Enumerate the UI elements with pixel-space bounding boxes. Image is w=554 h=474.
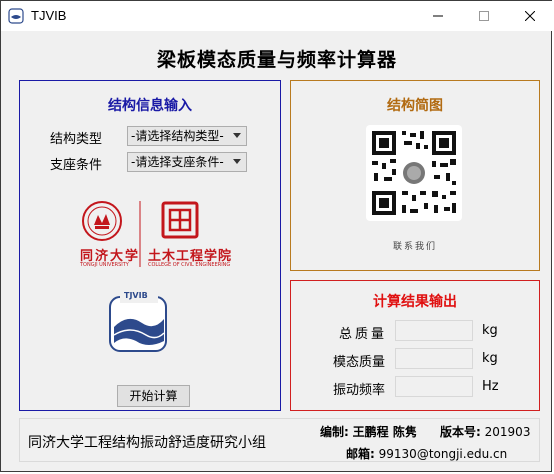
close-button[interactable] — [507, 1, 553, 31]
structure-type-label: 结构类型 — [50, 132, 103, 147]
tjvib-logo: TJVIB — [108, 291, 168, 357]
total-mass-label: 总质量 — [339, 327, 388, 342]
structure-type-value: -请选择结构类型- — [131, 129, 224, 143]
total-mass-field — [395, 320, 473, 341]
window-title: TJVIB — [31, 8, 67, 23]
page-title: 梁板模态质量与频率计算器 — [156, 49, 397, 71]
modal-mass-unit: kg — [482, 351, 498, 366]
authors: 编制: 王鹏程 陈隽 — [320, 423, 417, 440]
college-english: COLLEGE OF CIVIL ENGINEERING — [148, 262, 231, 268]
email: 邮箱: 99130@tongji.edu.cn — [346, 445, 507, 462]
tongji-logo: 同济大学 TONGJI UNIVERSITY 土木工程学院 COLLEGE OF… — [78, 199, 232, 275]
input-panel-title: 结构信息输入 — [108, 98, 192, 114]
app-window: TJVIB 梁板模态质量与频率计算器 结构信息输入 结构类型 -请选择结构类型-… — [0, 0, 553, 472]
frequency-label: 振动频率 — [333, 383, 386, 398]
email-label: 邮箱: — [346, 447, 375, 461]
output-panel: 计算结果输出 总质量 kg 模态质量 kg 振动频率 Hz — [290, 280, 540, 411]
support-condition-value: -请选择支座条件- — [131, 155, 224, 169]
support-condition-label: 支座条件 — [50, 158, 103, 173]
footer: 同济大学工程结构振动舒适度研究小组 编制: 王鹏程 陈隽 版本号: 201903… — [19, 418, 540, 462]
maximize-button[interactable] — [461, 1, 507, 31]
qr-code-icon — [372, 131, 456, 215]
frequency-field — [395, 376, 473, 397]
qr-code — [366, 125, 462, 221]
output-panel-title: 计算结果输出 — [373, 294, 457, 310]
frequency-unit: Hz — [482, 379, 499, 394]
research-group-name: 同济大学工程结构振动舒适度研究小组 — [28, 435, 266, 451]
authors-value: 王鹏程 陈隽 — [352, 425, 417, 439]
app-icon — [8, 8, 24, 24]
tjvib-wave-icon — [109, 291, 167, 352]
minimize-icon — [433, 15, 443, 17]
start-calculation-button[interactable]: 开始计算 — [117, 385, 190, 407]
sketch-panel: 结构简图 联系我们 — [290, 80, 540, 271]
authors-label: 编制: — [320, 425, 349, 439]
chevron-down-icon — [233, 159, 241, 164]
email-value: 99130@tongji.edu.cn — [378, 447, 508, 461]
total-mass-unit: kg — [482, 323, 498, 338]
close-icon — [525, 11, 535, 21]
title-bar: TJVIB — [1, 1, 553, 31]
version: 版本号: 201903 — [440, 423, 530, 440]
sketch-panel-title: 结构简图 — [387, 98, 443, 114]
chevron-down-icon — [233, 133, 241, 138]
input-panel: 结构信息输入 结构类型 -请选择结构类型- 支座条件 -请选择支座条件- 同济大… — [19, 80, 281, 411]
modal-mass-label: 模态质量 — [333, 355, 386, 370]
maximize-icon — [479, 11, 489, 21]
tongji-university-english: TONGJI UNIVERSITY — [80, 262, 129, 268]
version-label: 版本号: — [440, 425, 481, 439]
tjvib-logo-text: TJVIB — [124, 291, 148, 300]
minimize-button[interactable] — [415, 1, 461, 31]
modal-mass-field — [395, 348, 473, 369]
qr-caption: 联系我们 — [392, 242, 437, 252]
structure-type-select[interactable]: -请选择结构类型- — [127, 126, 247, 146]
support-condition-select[interactable]: -请选择支座条件- — [127, 152, 247, 172]
version-value: 201903 — [484, 425, 531, 439]
